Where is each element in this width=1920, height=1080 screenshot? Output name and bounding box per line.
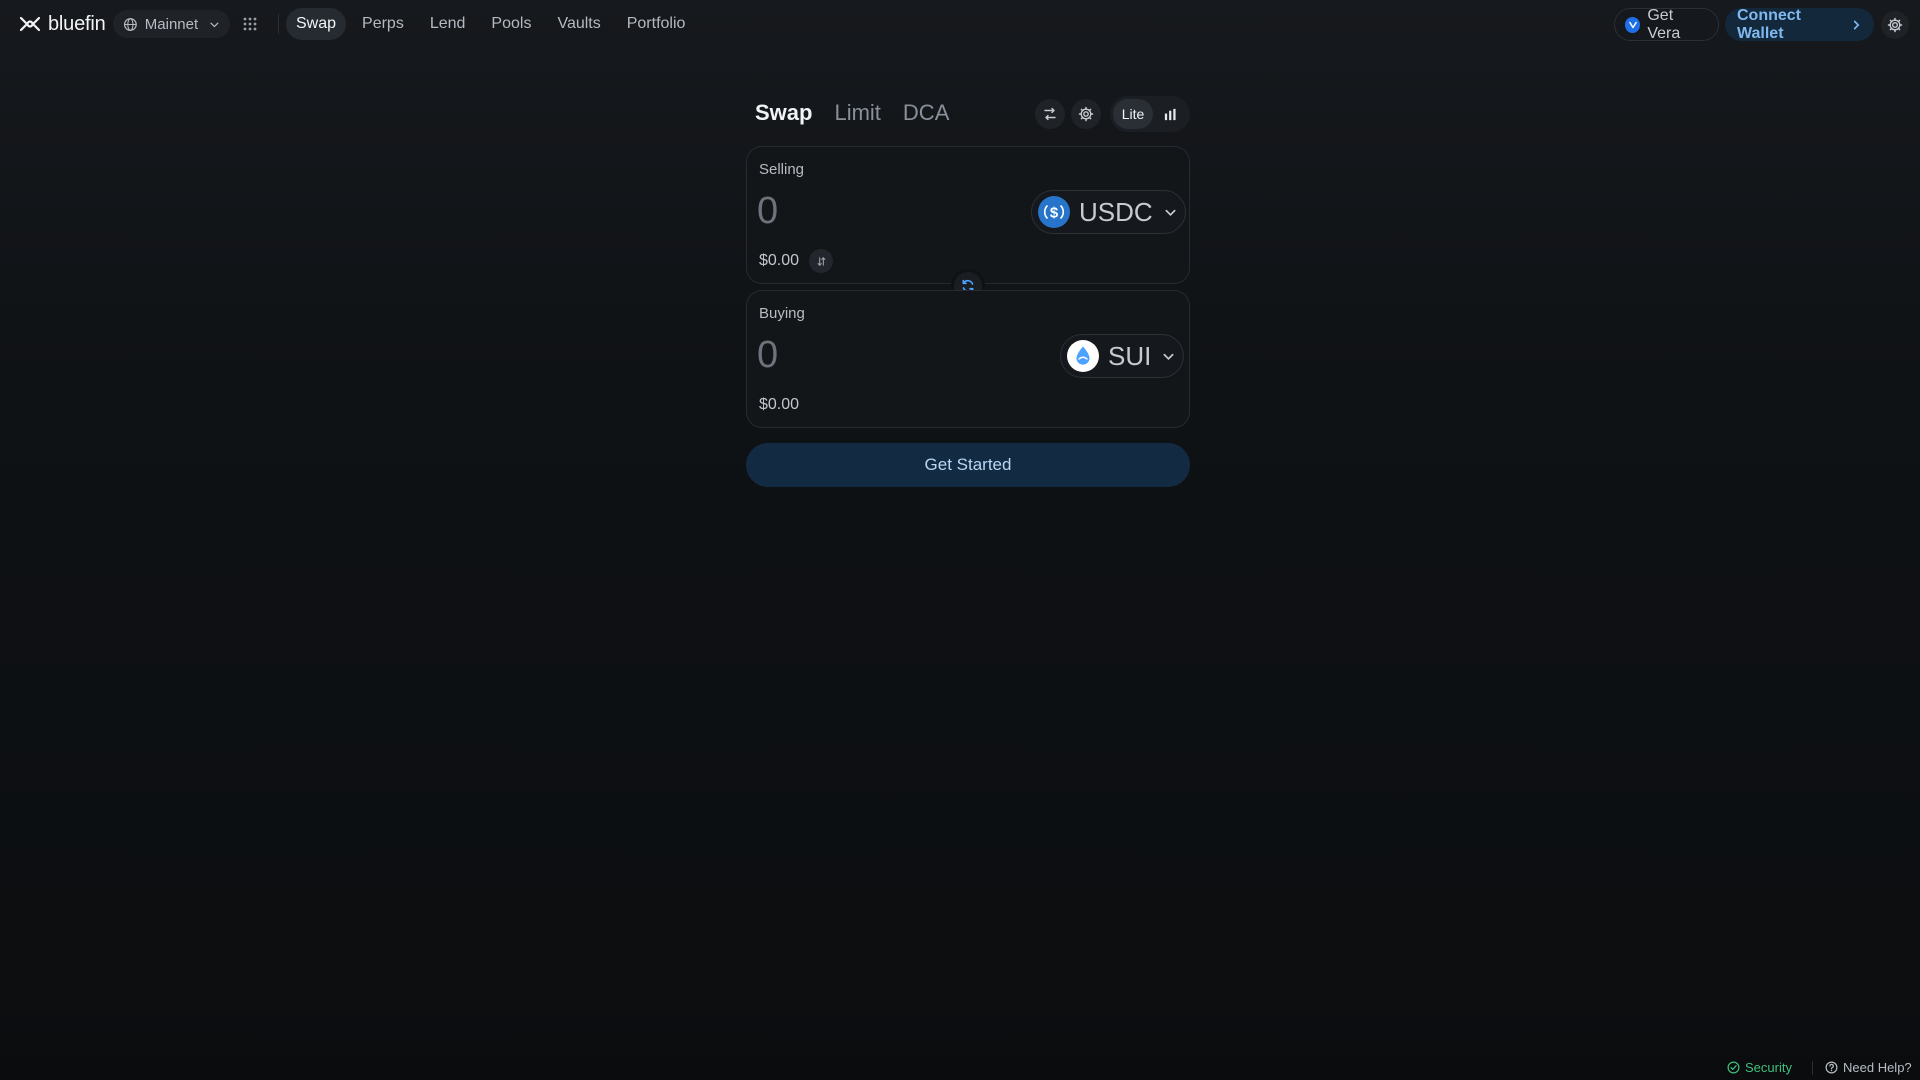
get-vera-label: Get Vera xyxy=(1647,6,1681,42)
selling-usd-value: $0.00 xyxy=(759,252,800,269)
get-started-button[interactable]: Get Started xyxy=(746,443,1190,487)
nav-divider xyxy=(278,14,279,34)
swap-settings-button[interactable] xyxy=(1071,99,1101,129)
tab-dca[interactable]: DCA xyxy=(903,100,949,126)
tab-limit[interactable]: Limit xyxy=(834,100,880,126)
security-link[interactable]: Security xyxy=(1727,1060,1792,1075)
nav-perps[interactable]: Perps xyxy=(352,8,414,40)
connect-wallet-button[interactable]: Connect Wallet xyxy=(1725,6,1874,42)
usd-toggle-button[interactable] xyxy=(809,249,833,273)
chevron-down-icon xyxy=(210,22,219,27)
nav-vaults[interactable]: Vaults xyxy=(547,8,610,40)
help-link[interactable]: Need Help? xyxy=(1825,1060,1912,1075)
buying-label: Buying xyxy=(759,305,805,322)
swap-type-tabs: Swap Limit DCA xyxy=(755,100,949,126)
nav-portfolio[interactable]: Portfolio xyxy=(617,8,696,40)
mode-lite-button[interactable]: Lite xyxy=(1113,99,1153,129)
security-label: Security xyxy=(1745,1060,1792,1075)
help-label: Need Help? xyxy=(1843,1060,1912,1075)
chevron-down-icon xyxy=(1163,353,1174,360)
buying-amount-input[interactable] xyxy=(757,333,1007,377)
shield-check-icon xyxy=(1727,1061,1740,1074)
buying-token-symbol: SUI xyxy=(1108,340,1152,371)
buying-usd-value: $0.00 xyxy=(759,396,800,413)
settings-gear-icon xyxy=(1078,106,1094,122)
tab-swap[interactable]: Swap xyxy=(755,100,812,126)
brand-name: bluefin xyxy=(48,12,106,35)
connect-wallet-label: Connect Wallet xyxy=(1737,6,1801,42)
sui-icon xyxy=(1067,340,1099,372)
globe-icon xyxy=(123,17,137,31)
routing-icon xyxy=(1044,107,1056,121)
brand-logo[interactable]: bluefin xyxy=(18,12,106,36)
vera-icon xyxy=(1625,16,1641,33)
footer-bar: Security Need Help? xyxy=(0,1056,1920,1080)
mode-chart-button[interactable] xyxy=(1153,99,1187,129)
get-vera-button[interactable]: Get Vera xyxy=(1614,6,1719,42)
selling-token-symbol: USDC xyxy=(1079,196,1153,227)
nav-lend[interactable]: Lend xyxy=(420,8,476,40)
buying-token-selector[interactable]: SUI xyxy=(1060,334,1185,378)
global-settings-button[interactable] xyxy=(1881,11,1909,39)
nav-swap[interactable]: Swap xyxy=(286,8,347,40)
top-bar: bluefin Mainnet Swap Perps Lend Pools Va… xyxy=(0,0,1920,50)
apps-grid-icon xyxy=(243,17,257,31)
usdc-icon: $ xyxy=(1038,196,1070,228)
gear-icon xyxy=(1887,17,1903,33)
selling-token-selector[interactable]: $ USDC xyxy=(1031,190,1186,234)
help-circle-icon xyxy=(1825,1061,1838,1074)
selling-amount-input[interactable] xyxy=(757,189,1007,233)
svg-text:$: $ xyxy=(1050,205,1059,222)
view-mode-toggle: Lite xyxy=(1110,96,1190,132)
selling-label: Selling xyxy=(759,161,805,178)
network-label: Mainnet xyxy=(144,15,199,33)
network-selector[interactable]: Mainnet xyxy=(113,10,230,38)
apps-grid-button[interactable] xyxy=(240,14,260,34)
nav-pools[interactable]: Pools xyxy=(481,8,541,40)
buying-card: Buying SUI $0.00 xyxy=(746,290,1190,428)
main-nav: Swap Perps Lend Pools Vaults Portfolio xyxy=(286,8,701,40)
bar-chart-icon xyxy=(1164,108,1176,120)
route-settings-button[interactable] xyxy=(1035,99,1065,129)
footer-divider xyxy=(1812,1061,1813,1075)
bluefin-logo-icon xyxy=(19,16,41,32)
swap-arrows-icon xyxy=(817,256,825,266)
chevron-down-icon xyxy=(1165,209,1176,216)
selling-card: Selling $ USDC $0.00 xyxy=(746,146,1190,284)
chevron-right-icon xyxy=(1853,20,1860,29)
